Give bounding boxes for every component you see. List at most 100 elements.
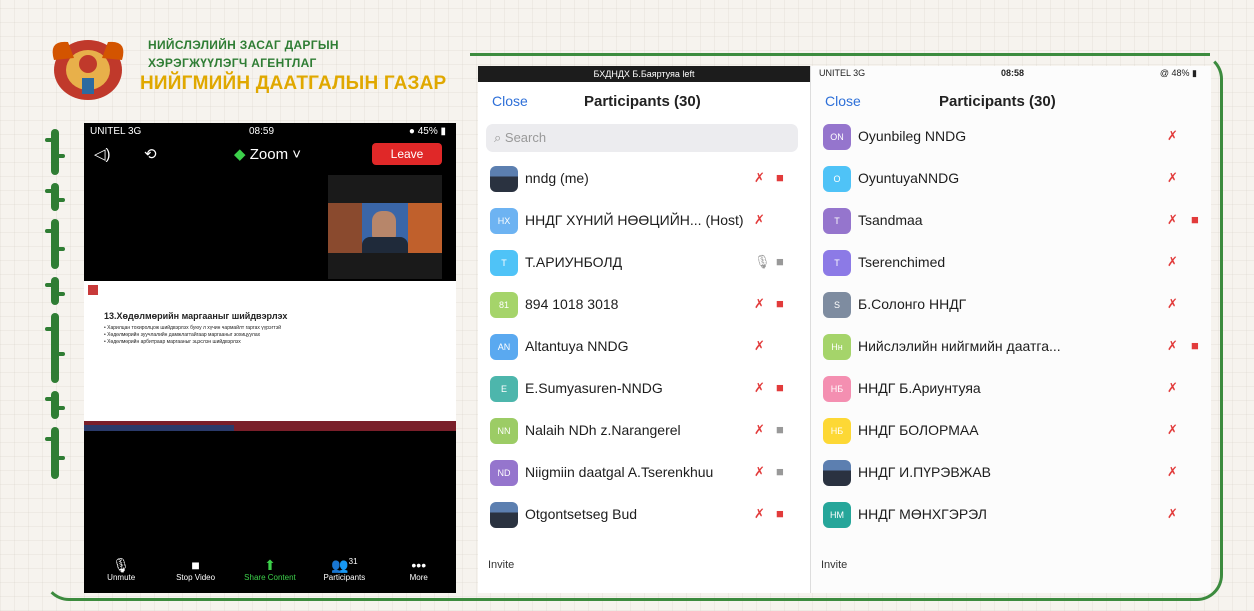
mic-muted-icon: ✗ (754, 464, 765, 479)
participants-count-badge: 31 (348, 557, 358, 566)
participant-row[interactable]: Otgontsetseg Bud ✗ ■ (478, 494, 810, 536)
video-off-icon: ■ (776, 170, 784, 185)
avatar: ON (823, 124, 851, 150)
participant-name: Tserenchimed (858, 254, 946, 270)
search-input[interactable]: ⌕ Search (486, 124, 798, 152)
participant-row[interactable]: НХ ННДГ ХҮНИЙ НӨӨЦИЙН... (Host) ✗ (478, 200, 810, 242)
avatar: Т (490, 250, 518, 276)
mic-muted-icon: ✗ (1167, 128, 1178, 143)
participant-name: ННДГ И.ПҮРЭВЖАВ (858, 464, 992, 480)
participant-row[interactable]: T Tserenchimed ✗ (811, 242, 1211, 284)
participants-title: Participants (30) (939, 93, 1056, 110)
invite-button[interactable]: Invite (488, 559, 514, 571)
participant-name: Nalaih NDh z.Narangerel (525, 422, 681, 438)
page: НИЙСЛЭЛИЙН ЗАСАГ ДАРГЫН ХЭРЭГЖҮҮЛЭГЧ АГЕ… (0, 0, 1254, 611)
toolbar-label: Participants (323, 573, 366, 582)
participants-title: Participants (30) (584, 93, 701, 110)
participant-row[interactable]: Т Т.АРИУНБОЛД 🎙 ■ (478, 242, 810, 284)
slide-bullet: • Хөдөлмөрийн зуучлалийн дамжлагтайгаар … (104, 332, 261, 338)
mic-muted-icon: ✗ (1167, 506, 1178, 521)
toolbar-label: Unmute (107, 573, 136, 582)
video-off-icon: ■ (1191, 212, 1199, 227)
participant-row[interactable]: O OyuntuyaNNDG ✗ (811, 158, 1211, 200)
shield-icon: ◆ (234, 146, 246, 163)
close-button[interactable]: Close (825, 93, 861, 109)
participants-button[interactable]: 👥31 Participants (309, 553, 379, 593)
participant-name: ННДГ ХҮНИЙ НӨӨЦИЙН... (Host) (525, 212, 744, 228)
participant-name: ННДГ МӨНХГЭРЭЛ (858, 506, 987, 522)
slide-footer-band-blue (84, 425, 234, 431)
video-icon: ■ (776, 254, 784, 269)
mic-muted-icon: ✗ (754, 380, 765, 395)
slide-bullet: • Хөдөлмөрийн арбитраар маргааныг эцэслэ… (104, 339, 241, 345)
participant-name: Oyunbileg NNDG (858, 128, 967, 144)
shared-slide: 13.Хөдөлмөрийн маргааныг шийдвэрлэх • Ха… (84, 281, 456, 421)
participant-row[interactable]: S Б.Солонго ННДГ ✗ (811, 284, 1211, 326)
close-button[interactable]: Close (492, 93, 528, 109)
status-bar: UNITEL 3G 08:58 @ 48% ▮ (811, 68, 1211, 82)
mic-muted-icon: ✗ (754, 212, 765, 227)
toolbar-label: Stop Video (176, 573, 216, 582)
avatar: T (823, 208, 851, 234)
share-content-button[interactable]: ⬆ Share Content (235, 553, 305, 593)
participant-list: ON Oyunbileg NNDG ✗ O OyuntuyaNNDG ✗ T Tsandmaa… (811, 116, 1211, 536)
camera-switch-icon[interactable]: ⟲ (144, 145, 157, 163)
mongolian-script-decoration (38, 125, 72, 483)
participant-row[interactable]: НМ ННДГ МӨНХГЭРЭЛ ✗ (811, 494, 1211, 536)
video-off-icon: ■ (776, 506, 784, 521)
participant-row[interactable]: E E.Sumyasuren-NNDG ✗ ■ (478, 368, 810, 410)
mic-icon: 🎙 (754, 254, 771, 269)
avatar: НХ (490, 208, 518, 234)
emblem-logo (52, 40, 124, 100)
status-bar: UNITEL 3G 08:59 ● 45% ▮ (84, 126, 456, 140)
leave-button[interactable]: Leave (372, 143, 442, 165)
video-off-icon: ■ (776, 380, 784, 395)
battery: ● 45% ▮ (408, 126, 446, 137)
participant-row[interactable]: T Tsandmaa ✗ ■ (811, 200, 1211, 242)
participant-row[interactable]: nndg (me) ✗ ■ (478, 158, 810, 200)
participants-panel-left: БХДНДХ Б.Баяртуяа left Close Participant… (478, 66, 810, 593)
mic-muted-icon: ✗ (1167, 338, 1178, 353)
stop-video-button[interactable]: ■ Stop Video (161, 553, 231, 593)
participant-name: 894 1018 3018 (525, 296, 619, 312)
participant-name: Б.Солонго ННДГ (858, 296, 967, 312)
slide-body: • Харилцан тохиролцож шийдвэрлэх буюу л … (104, 325, 424, 346)
participants-panel-right: UNITEL 3G 08:58 @ 48% ▮ Close Participan… (811, 66, 1211, 593)
more-icon: ••• (411, 557, 427, 573)
participant-row[interactable]: AN Altantuya NNDG ✗ (478, 326, 810, 368)
green-frame-top (470, 53, 1210, 56)
more-button[interactable]: ••• More (384, 553, 454, 593)
participant-name: ННДГ БОЛОРМАА (858, 422, 979, 438)
mic-muted-icon: ✗ (1167, 254, 1178, 269)
participant-video-tile[interactable] (328, 175, 442, 279)
toolbar-label: More (409, 573, 428, 582)
video-icon: ■ (776, 422, 784, 437)
participant-row[interactable]: ND Niigmiin daatgal A.Tserenkhuu ✗ ■ (478, 452, 810, 494)
participant-name: Niigmiin daatgal A.Tserenkhuu (525, 464, 714, 480)
zoom-title[interactable]: ◆ Zoom ˅ (234, 145, 301, 163)
participant-row[interactable]: ННДГ И.ПҮРЭВЖАВ ✗ (811, 452, 1211, 494)
invite-button[interactable]: Invite (821, 559, 847, 571)
slide-bullet: • Харилцан тохиролцож шийдвэрлэх буюу л … (104, 325, 282, 331)
participants-header: Close Participants (30) (478, 91, 810, 113)
avatar: NN (490, 418, 518, 444)
speaker-icon[interactable]: ◁) (94, 145, 111, 163)
participant-name: nndg (me) (525, 170, 589, 186)
participant-row[interactable]: NN Nalaih NDh z.Narangerel ✗ ■ (478, 410, 810, 452)
participants-icon: 👥31 (331, 557, 358, 573)
mic-muted-icon: ✗ (754, 422, 765, 437)
battery: @ 48% ▮ (1159, 68, 1197, 78)
participant-row[interactable]: НБ ННДГ БОЛОРМАА ✗ (811, 410, 1211, 452)
participant-row[interactable]: Нн Нийслэлийн нийгмийн даатга... ✗ ■ (811, 326, 1211, 368)
participant-row[interactable]: 81 894 1018 3018 ✗ ■ (478, 284, 810, 326)
participant-name: ННДГ Б.Ариунтуяа (858, 380, 981, 396)
video-off-icon: ■ (1191, 338, 1199, 353)
avatar: НБ (823, 376, 851, 402)
video-icon: ■ (191, 557, 200, 573)
unmute-button[interactable]: 🎙 Unmute (86, 553, 156, 593)
participant-row[interactable]: ON Oyunbileg NNDG ✗ (811, 116, 1211, 158)
participant-row[interactable]: НБ ННДГ Б.Ариунтуяа ✗ (811, 368, 1211, 410)
slide-title: 13.Хөдөлмөрийн маргааныг шийдвэрлэх (104, 311, 288, 321)
carrier: UNITEL 3G (90, 126, 142, 137)
org-line-2: ХЭРЭГЖҮҮЛЭГЧ АГЕНТЛАГ (148, 56, 317, 70)
